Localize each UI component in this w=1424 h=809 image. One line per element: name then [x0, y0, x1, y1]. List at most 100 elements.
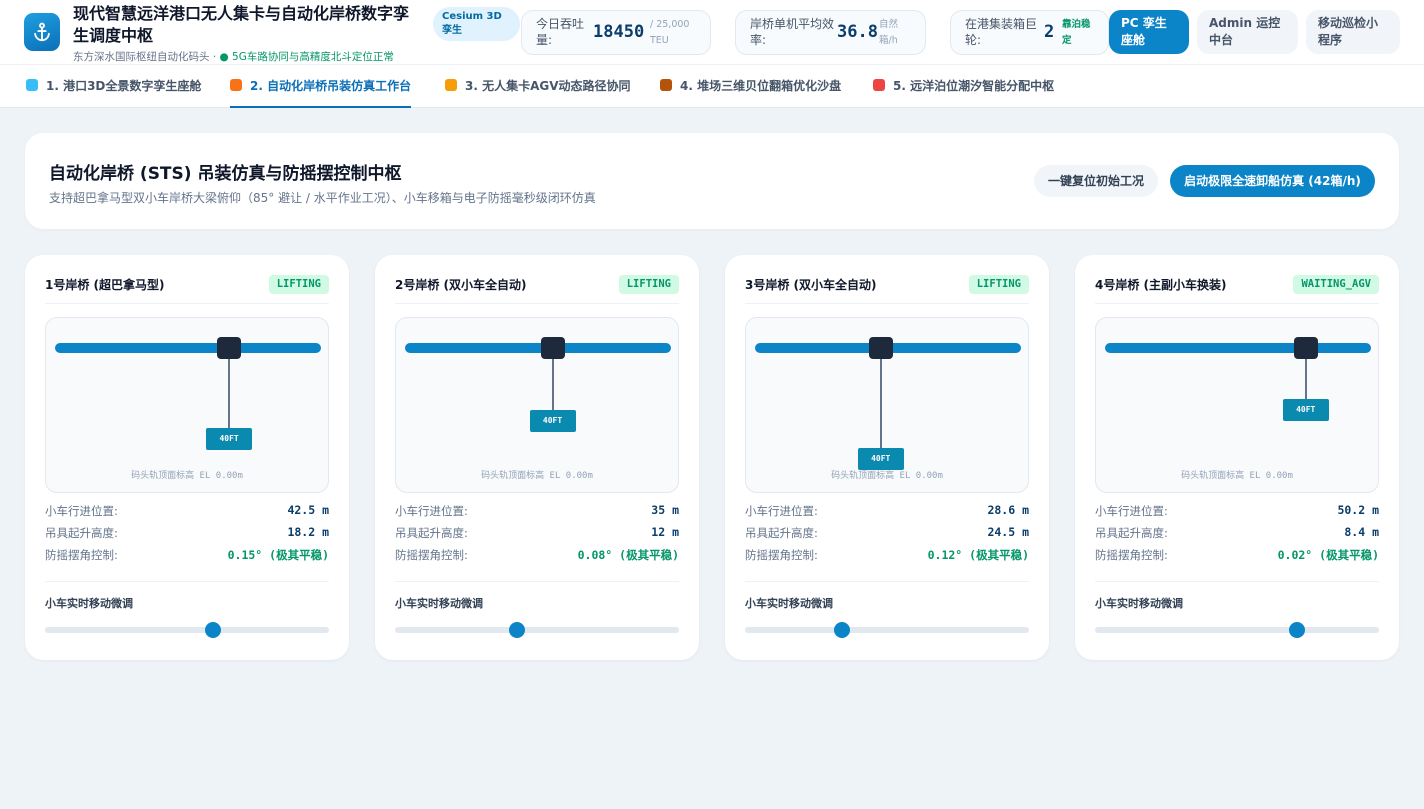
metric-value: 24.5 m — [987, 525, 1029, 539]
anti-sway-row: 防摇摆角控制: 0.12° (极其平稳) — [745, 547, 1029, 565]
tab-label: 5. 远洋泊位潮汐智能分配中枢 — [893, 79, 1055, 93]
kpi-label: 岸桥单机平均效率: — [750, 17, 835, 47]
nav-pc-twin-cockpit[interactable]: PC 孪生座舱 — [1109, 10, 1189, 54]
divider — [45, 581, 329, 582]
start-simulation-button[interactable]: 启动极限全速卸船仿真 (42箱/h) — [1170, 165, 1375, 197]
hoist-rope — [551, 359, 554, 411]
hoist-rope — [228, 359, 231, 428]
crane-visualization: 40FT 码头轨顶面标高 EL 0.00m — [395, 317, 679, 493]
divider — [1095, 581, 1379, 582]
page-description: 支持超巴拿马型双小车岸桥大梁俯仰（85° 避让 / 水平作业工况）、小车移箱与电… — [49, 191, 596, 205]
trolley-fine-tune-slider[interactable] — [395, 622, 679, 638]
tab-3d-panorama[interactable]: 1. 港口3D全景数字孪生座舱 — [26, 65, 201, 108]
tab-berth-allocation[interactable]: 5. 远洋泊位潮汐智能分配中枢 — [873, 65, 1054, 108]
hoist-rope — [1304, 359, 1307, 399]
nav-admin-center[interactable]: Admin 运控中台 — [1197, 10, 1298, 54]
ground-reference: 码头轨顶面标高 EL 0.00m — [831, 471, 943, 481]
crane-card: 2号岸桥 (双小车全自动) LIFTING 40FT 码头轨顶面标高 EL 0.00m… — [375, 255, 699, 660]
metric-value: 35 m — [651, 503, 679, 517]
ship-icon — [873, 79, 885, 91]
slider-thumb[interactable] — [833, 622, 850, 638]
terminal-name: 东方深水国际枢纽自动化码头 · — [73, 51, 220, 63]
module-tabs: 1. 港口3D全景数字孪生座舱 2. 自动化岸桥吊装仿真工作台 3. 无人集卡A… — [0, 64, 1424, 108]
status-badge: LIFTING — [618, 275, 679, 294]
trolley-fine-tune-slider[interactable] — [1095, 622, 1379, 638]
trolley — [217, 337, 242, 359]
ground-reference: 码头轨顶面标高 EL 0.00m — [1181, 471, 1293, 481]
crane-visualization: 40FT 码头轨顶面标高 EL 0.00m — [745, 317, 1029, 493]
metric-value: 0.12° (极其平稳) — [927, 548, 1029, 562]
crane-icon — [230, 79, 242, 91]
slider-thumb[interactable] — [204, 622, 221, 638]
tab-yard-sandbox[interactable]: 4. 堆场三维贝位翻箱优化沙盘 — [660, 65, 841, 108]
trolley — [540, 337, 565, 359]
trolley-position-row: 小车行进位置: 50.2 m — [1095, 503, 1379, 521]
anti-sway-row: 防摇摆角控制: 0.08° (极其平稳) — [395, 547, 679, 565]
trolley-fine-tune-slider[interactable] — [745, 622, 1029, 638]
trolley-position-row: 小车行进位置: 35 m — [395, 503, 679, 521]
divider — [1095, 303, 1379, 304]
crane-visualization: 40FT 码头轨顶面标高 EL 0.00m — [45, 317, 329, 493]
status-badge: LIFTING — [968, 275, 1029, 294]
top-header: 现代智慧远洋港口无人集卡与自动化岸桥数字孪生调度中枢 东方深水国际枢纽自动化码头… — [0, 0, 1424, 64]
metric-value: 28.6 m — [987, 503, 1029, 517]
kpi-crane-efficiency: 岸桥单机平均效率: 36.8 自然箱/h — [735, 10, 926, 55]
trolley-position-row: 小车行进位置: 28.6 m — [745, 503, 1029, 521]
metric-label: 吊具起升高度: — [1095, 526, 1168, 540]
metric-value: 18.2 m — [287, 525, 329, 539]
tab-label: 4. 堆场三维贝位翻箱优化沙盘 — [680, 79, 842, 93]
kpi-vessels-in-port: 在港集装箱巨轮: 2 靠泊稳定 — [950, 10, 1109, 55]
metric-label: 吊具起升高度: — [45, 526, 118, 540]
metric-label: 吊具起升高度: — [745, 526, 818, 540]
ground-reference: 码头轨顶面标高 EL 0.00m — [481, 471, 593, 481]
slider-thumb[interactable] — [1288, 622, 1305, 638]
tab-crane-simulation[interactable]: 2. 自动化岸桥吊装仿真工作台 — [230, 65, 412, 108]
metric-label: 防摇摆角控制: — [745, 548, 818, 562]
metric-label: 小车行进位置: — [1095, 504, 1168, 518]
kpi-unit: / 25,000 TEU — [650, 19, 690, 46]
metric-value: 8.4 m — [1344, 525, 1379, 539]
slider-label: 小车实时移动微调 — [745, 597, 833, 610]
metric-label: 吊具起升高度: — [395, 526, 468, 540]
globe-icon — [26, 79, 38, 91]
crane-title: 4号岸桥 (主副小车换装) — [1095, 278, 1227, 292]
crane-visualization: 40FT 码头轨顶面标高 EL 0.00m — [1095, 317, 1379, 493]
tab-agv-routing[interactable]: 3. 无人集卡AGV动态路径协同 — [445, 65, 631, 108]
hoist-height-row: 吊具起升高度: 12 m — [395, 525, 679, 543]
trolley-fine-tune-slider[interactable] — [45, 622, 329, 638]
metric-value: 12 m — [651, 525, 679, 539]
kpi-unit: 靠泊稳定 — [1062, 19, 1091, 46]
crane-title: 1号岸桥 (超巴拿马型) — [45, 278, 165, 292]
divider — [45, 303, 329, 304]
slider-thumb[interactable] — [509, 622, 526, 638]
tab-label: 1. 港口3D全景数字孪生座舱 — [46, 79, 202, 93]
container: 40FT — [206, 427, 253, 450]
kpi-value: 18450 — [593, 22, 645, 42]
crane-card: 3号岸桥 (双小车全自动) LIFTING 40FT 码头轨顶面标高 EL 0.00m… — [725, 255, 1049, 660]
metric-value: 50.2 m — [1337, 503, 1379, 517]
anti-sway-row: 防摇摆角控制: 0.02° (极其平稳) — [1095, 547, 1379, 565]
crane-girder — [55, 343, 321, 353]
slider-label: 小车实时移动微调 — [395, 597, 483, 610]
divider — [745, 581, 1029, 582]
kpi-label: 在港集装箱巨轮: — [965, 17, 1038, 47]
hoist-height-row: 吊具起升高度: 8.4 m — [1095, 525, 1379, 543]
trolley-position-row: 小车行进位置: 42.5 m — [45, 503, 329, 521]
crane-card: 1号岸桥 (超巴拿马型) LIFTING 40FT 码头轨顶面标高 EL 0.00m 小… — [25, 255, 349, 660]
trolley — [1293, 337, 1318, 359]
kpi-label: 今日吞吐量: — [536, 17, 585, 47]
crane-girder — [1105, 343, 1371, 353]
simulation-header-card: 自动化岸桥 (STS) 吊装仿真与防摇摆控制中枢 支持超巴拿马型双小车岸桥大梁俯… — [25, 133, 1399, 229]
reset-conditions-button[interactable]: 一键复位初始工况 — [1034, 165, 1158, 197]
app-logo — [24, 13, 60, 51]
anti-sway-row: 防摇摆角控制: 0.15° (极其平稳) — [45, 547, 329, 565]
kpi-throughput: 今日吞吐量: 18450 / 25,000 TEU — [521, 10, 711, 55]
cesium-badge[interactable]: Cesium 3D 孪生 — [433, 7, 520, 41]
nav-mobile-inspection[interactable]: 移动巡检小程序 — [1306, 10, 1400, 54]
metric-value: 0.02° (极其平稳) — [1277, 548, 1379, 562]
metric-value: 42.5 m — [287, 503, 329, 517]
container: 40FT — [529, 410, 576, 433]
metric-label: 防摇摆角控制: — [1095, 548, 1168, 562]
tab-label: 3. 无人集卡AGV动态路径协同 — [465, 79, 631, 93]
hoist-height-row: 吊具起升高度: 24.5 m — [745, 525, 1029, 543]
